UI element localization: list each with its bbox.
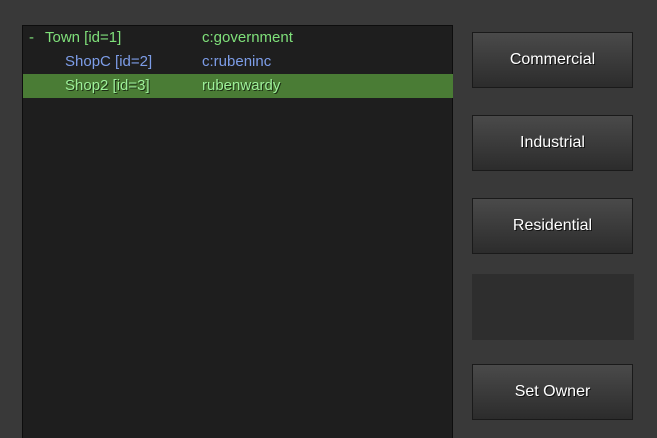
- area-name: ShopC [id=2]: [65, 53, 153, 70]
- area-manager-window: - Town [id=1] c:government ShopC [id=2] …: [0, 0, 657, 438]
- commercial-button[interactable]: Commercial: [472, 32, 633, 88]
- area-name: Town [id=1]: [45, 29, 122, 46]
- residential-button[interactable]: Residential: [472, 198, 633, 254]
- set-owner-button[interactable]: Set Owner: [472, 364, 633, 420]
- area-owner: rubenwardy: [202, 77, 281, 94]
- area-owner: c:government: [202, 29, 293, 46]
- tree-row-shop2-selected[interactable]: Shop2 [id=3] rubenwardy: [23, 74, 453, 98]
- blank-disabled-slot: [472, 274, 634, 340]
- industrial-button[interactable]: Industrial: [472, 115, 633, 171]
- area-name: Shop2 [id=3]: [65, 77, 150, 94]
- area-owner: c:rubeninc: [202, 53, 272, 70]
- tree-row-shopc[interactable]: ShopC [id=2] c:rubeninc: [23, 50, 453, 74]
- tree-row-town[interactable]: - Town [id=1] c:government: [23, 26, 453, 50]
- area-tree-list[interactable]: - Town [id=1] c:government ShopC [id=2] …: [22, 25, 453, 438]
- collapse-toggle-icon[interactable]: -: [29, 26, 34, 50]
